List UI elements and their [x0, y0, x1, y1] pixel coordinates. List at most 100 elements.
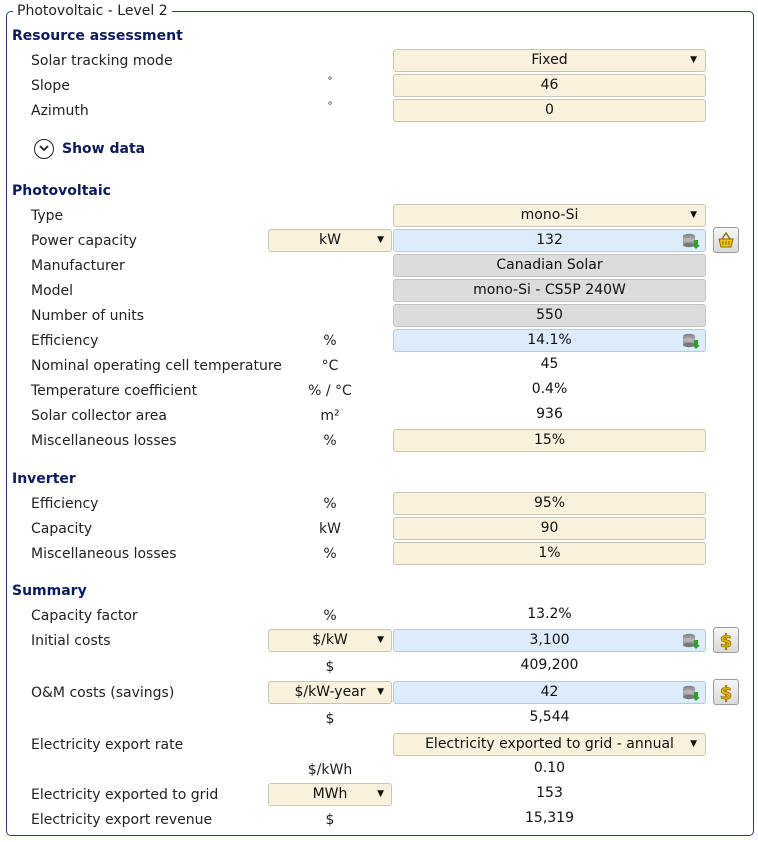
show-data-label: Show data — [62, 141, 146, 157]
power-unit-value: kW — [319, 232, 341, 248]
pv-type-select[interactable]: mono-Si ▼ — [393, 204, 706, 227]
pv-efficiency-label: Efficiency — [31, 333, 99, 349]
export-rate-unit: $/kWh — [307, 762, 353, 778]
pv-efficiency-input[interactable]: 14.1% — [393, 329, 706, 352]
azimuth-unit: ° — [327, 101, 333, 112]
pv-type-label: Type — [31, 208, 64, 224]
section-summary: Summary — [12, 583, 87, 599]
export-rate-label: Electricity export rate — [31, 737, 184, 753]
initial-costs-total-value: 409,200 — [520, 657, 579, 673]
slope-label: Slope — [31, 78, 70, 94]
inverter-efficiency-unit: % — [323, 496, 337, 512]
exported-unit-value: MWh — [312, 786, 348, 802]
export-rate-amount: 0.10 — [533, 760, 566, 776]
inverter-capacity-input[interactable]: 90 — [393, 517, 706, 540]
basket-icon — [718, 231, 734, 248]
section-photovoltaic: Photovoltaic — [12, 183, 111, 199]
inverter-capacity-label: Capacity — [31, 521, 93, 537]
dropdown-arrow-icon: ▼ — [690, 55, 697, 65]
pv-efficiency-value: 14.1% — [527, 332, 572, 348]
pv-misc-losses-input[interactable]: 15% — [393, 429, 706, 452]
dropdown-arrow-icon: ▼ — [690, 210, 697, 220]
initial-costs-database-button[interactable]: $ — [713, 627, 739, 653]
initial-costs-input[interactable]: 3,100 — [393, 629, 706, 652]
om-costs-value: 42 — [540, 684, 559, 700]
initial-costs-unit-value: $/kW — [312, 632, 348, 648]
temp-coefficient-label: Temperature coefficient — [31, 383, 198, 399]
om-costs-total-value: 5,544 — [529, 709, 570, 725]
om-costs-unit-value: $/kW-year — [294, 684, 366, 700]
capacity-factor-value: 13.2% — [527, 606, 572, 622]
database-icon[interactable] — [682, 633, 700, 649]
pv-misc-losses-unit: % — [323, 433, 337, 449]
initial-costs-total-unit: $ — [325, 659, 335, 675]
exported-to-grid-value: 153 — [536, 785, 563, 801]
tracking-mode-label: Solar tracking mode — [31, 53, 173, 69]
manufacturer-label: Manufacturer — [31, 258, 125, 274]
dropdown-arrow-icon: ▼ — [690, 739, 697, 749]
model-label: Model — [31, 283, 74, 299]
power-capacity-label: Power capacity — [31, 233, 137, 249]
azimuth-label: Azimuth — [31, 103, 89, 119]
pv-efficiency-unit: % — [323, 333, 337, 349]
units-field: 550 — [393, 304, 706, 327]
noct-label: Nominal operating cell temperature — [31, 358, 282, 374]
dollar-icon: $ — [719, 683, 733, 705]
inverter-misc-losses-label: Miscellaneous losses — [31, 546, 177, 562]
dropdown-arrow-icon: ▼ — [377, 789, 384, 799]
power-unit-select[interactable]: kW ▼ — [268, 229, 392, 252]
exported-unit-select[interactable]: MWh ▼ — [268, 783, 392, 806]
om-costs-unit-select[interactable]: $/kW-year ▼ — [268, 681, 392, 704]
collector-area-unit: m² — [320, 408, 340, 424]
om-costs-total-unit: $ — [325, 711, 335, 727]
tracking-mode-select[interactable]: Fixed ▼ — [393, 49, 706, 72]
svg-text:$: $ — [720, 631, 733, 652]
inverter-capacity-unit: kW — [319, 521, 341, 537]
pv-type-value: mono-Si — [520, 207, 579, 223]
inverter-misc-losses-unit: % — [323, 546, 337, 562]
om-costs-label: O&M costs (savings) — [31, 685, 175, 701]
noct-unit: °C — [321, 358, 339, 374]
dropdown-arrow-icon: ▼ — [377, 687, 384, 697]
export-revenue-unit: $ — [325, 812, 335, 828]
section-inverter: Inverter — [12, 471, 76, 487]
temp-coefficient-unit: % / °C — [308, 383, 352, 399]
azimuth-input[interactable]: 0 — [393, 99, 706, 122]
inverter-efficiency-label: Efficiency — [31, 496, 99, 512]
chevron-down-icon — [34, 139, 54, 159]
svg-text:$: $ — [720, 683, 733, 704]
section-resource-assessment: Resource assessment — [12, 28, 183, 44]
inverter-efficiency-input[interactable]: 95% — [393, 492, 706, 515]
export-revenue-label: Electricity export revenue — [31, 812, 213, 828]
capacity-factor-label: Capacity factor — [31, 608, 138, 624]
product-database-button[interactable] — [713, 227, 739, 253]
om-costs-database-button[interactable]: $ — [713, 679, 739, 705]
tracking-mode-value: Fixed — [531, 52, 568, 68]
exported-to-grid-label: Electricity exported to grid — [31, 787, 219, 803]
export-rate-value: Electricity exported to grid - annual — [425, 736, 674, 752]
model-field: mono-Si - CS5P 240W — [393, 279, 706, 302]
noct-value: 45 — [540, 356, 559, 372]
initial-costs-unit-select[interactable]: $/kW ▼ — [268, 629, 392, 652]
database-icon[interactable] — [682, 333, 700, 349]
export-revenue-value: 15,319 — [525, 810, 574, 826]
slope-unit: ° — [327, 76, 333, 87]
dollar-icon: $ — [719, 631, 733, 653]
capacity-factor-unit: % — [323, 608, 337, 624]
slope-input[interactable]: 46 — [393, 74, 706, 97]
dropdown-arrow-icon: ▼ — [377, 235, 384, 245]
om-costs-input[interactable]: 42 — [393, 681, 706, 704]
collector-area-label: Solar collector area — [31, 408, 167, 424]
database-icon[interactable] — [682, 685, 700, 701]
collector-area-value: 936 — [536, 406, 563, 422]
power-capacity-input[interactable]: 132 — [393, 229, 706, 252]
export-rate-select[interactable]: Electricity exported to grid - annual ▼ — [393, 733, 706, 756]
units-label: Number of units — [31, 308, 145, 324]
initial-costs-value: 3,100 — [529, 632, 570, 648]
panel-title: Photovoltaic - Level 2 — [13, 3, 172, 19]
inverter-misc-losses-input[interactable]: 1% — [393, 542, 706, 565]
pv-misc-losses-label: Miscellaneous losses — [31, 433, 177, 449]
dropdown-arrow-icon: ▼ — [377, 635, 384, 645]
database-icon[interactable] — [682, 233, 700, 249]
initial-costs-label: Initial costs — [31, 633, 111, 649]
